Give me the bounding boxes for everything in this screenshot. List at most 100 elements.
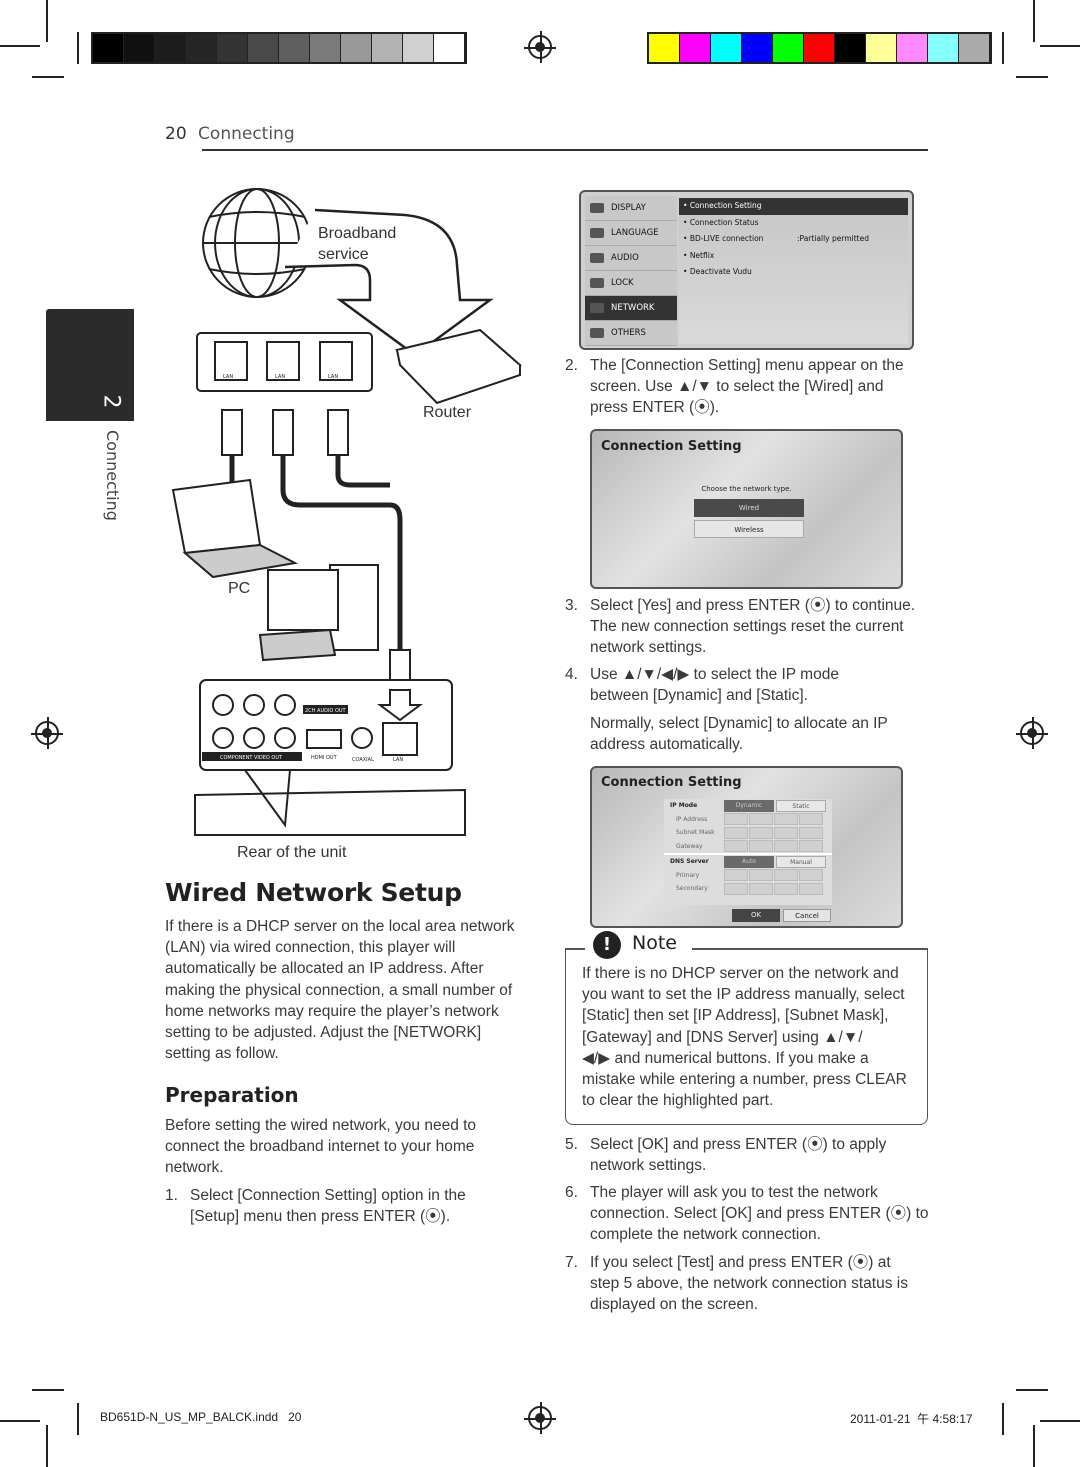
ip-settings-grid: IP Mode Dynamic Static IP Address Subnet Mas… xyxy=(664,799,832,905)
gray-swatch xyxy=(93,34,124,62)
ip-row: DNS Server Auto Manual xyxy=(664,855,832,869)
menu-category-language[interactable]: LANGUAGE xyxy=(585,221,677,246)
octet-field[interactable] xyxy=(749,813,773,826)
label-port-lan: LAN xyxy=(275,374,285,380)
gray-swatch xyxy=(124,34,155,62)
text-line: [Gateway] and [DNS Server] using ▲/▼/ xyxy=(582,1028,863,1046)
crop-mark xyxy=(1002,32,1004,64)
menu-item[interactable]: • Connection Setting xyxy=(679,198,908,215)
mode-option[interactable]: Dynamic xyxy=(724,799,774,812)
menu-item[interactable]: • Connection Status xyxy=(679,215,908,232)
text-line: If there is a DHCP server on the local a… xyxy=(165,918,515,935)
cancel-button[interactable]: Cancel xyxy=(783,909,831,922)
step-number: 4. xyxy=(565,666,578,683)
octet-field[interactable] xyxy=(749,882,773,895)
label-component: COMPONENT VIDEO OUT xyxy=(220,755,283,761)
footer-date: 2011-01-21 午 4:58:17 xyxy=(850,1410,973,1427)
menu-category-display[interactable]: DISPLAY xyxy=(585,196,677,221)
laptop-icon xyxy=(171,478,299,579)
field-label: Secondary xyxy=(676,885,708,893)
octet-field[interactable] xyxy=(724,869,748,882)
octet-field[interactable] xyxy=(724,813,748,826)
text-line: If there is no DHCP server on the networ… xyxy=(582,965,899,982)
text-line: If you select [Test] and press ENTER (⦿)… xyxy=(590,1254,891,1271)
octet-field[interactable] xyxy=(774,869,798,882)
category-icon xyxy=(590,228,604,238)
step-3: 3. Select [Yes] and press ENTER (⦿) to co… xyxy=(565,595,915,659)
text-line: home networks may require the player’s n… xyxy=(165,1002,499,1020)
gray-swatch xyxy=(217,34,248,62)
octet-field[interactable] xyxy=(799,826,823,839)
step-number: 3. xyxy=(565,597,578,614)
footer-date-value: 2011-01-21 xyxy=(850,1412,911,1426)
ip-settings-dialog: Connection Setting IP Mode Dynamic Static I… xyxy=(590,766,903,928)
crop-mark xyxy=(1033,0,1035,42)
text-line: setting to be adjusted. Adjust the [NETW… xyxy=(165,1024,482,1042)
octet-field[interactable] xyxy=(749,826,773,839)
octet-field[interactable] xyxy=(799,882,823,895)
menu-item[interactable]: • BD-LIVE connection:Partially permitted xyxy=(679,231,908,248)
field-label: Gateway xyxy=(676,842,703,850)
gray-swatch xyxy=(310,34,341,62)
text-line: [Static] then set [IP Address], [Subnet … xyxy=(582,1007,889,1025)
octet-field[interactable] xyxy=(749,840,773,853)
bd-live-value: :Partially permitted xyxy=(797,234,869,243)
color-swatch xyxy=(835,34,866,62)
octet-field[interactable] xyxy=(724,826,748,839)
text-line: setting as follow. xyxy=(165,1045,279,1063)
preparation-paragraph: Before setting the wired network, you ne… xyxy=(165,1115,476,1179)
menu-category-others[interactable]: OTHERS xyxy=(585,321,677,346)
menu-item[interactable]: • Deactivate Vudu xyxy=(679,264,908,281)
octet-field[interactable] xyxy=(724,840,748,853)
category-icon xyxy=(590,278,604,288)
category-icon xyxy=(590,303,604,313)
intro-paragraph: If there is a DHCP server on the local a… xyxy=(165,916,514,1064)
crop-mark xyxy=(1040,45,1080,47)
dialog-title: Connection Setting xyxy=(601,439,742,454)
octet-field[interactable] xyxy=(774,813,798,826)
text-line: network. xyxy=(165,1159,224,1177)
color-swatch xyxy=(649,34,680,62)
step-number: 6. xyxy=(565,1184,578,1201)
dialog-title: Connection Setting xyxy=(601,775,742,790)
ip-row: Secondary xyxy=(664,882,832,896)
option-wireless[interactable]: Wireless xyxy=(694,520,804,538)
text-line: The [Connection Setting] menu appear on … xyxy=(590,357,904,374)
page-number: 20 xyxy=(165,124,187,144)
octet-field[interactable] xyxy=(724,882,748,895)
menu-item-list: • Connection Setting • Connection Status •… xyxy=(679,198,908,344)
mode-option[interactable]: Static xyxy=(776,799,826,812)
page-header: 20 Connecting xyxy=(165,124,295,144)
text-line: [Setup] menu then press ENTER (⦿). xyxy=(190,1208,451,1226)
step-5: 5. Select [OK] and press ENTER (⦿) to app… xyxy=(565,1134,886,1176)
field-label: DNS Server xyxy=(670,858,709,866)
text-line: Before setting the wired network, you ne… xyxy=(165,1117,477,1134)
octet-field[interactable] xyxy=(774,882,798,895)
option-wired[interactable]: Wired xyxy=(694,499,804,517)
menu-category-audio[interactable]: AUDIO xyxy=(585,246,677,271)
octet-field[interactable] xyxy=(799,840,823,853)
ok-button[interactable]: OK xyxy=(732,909,780,922)
step-2: 2. The [Connection Setting] menu appear o… xyxy=(565,355,904,419)
octet-field[interactable] xyxy=(799,813,823,826)
registration-mark-icon xyxy=(524,31,556,63)
category-label: LOCK xyxy=(611,278,634,288)
step-number: 2. xyxy=(565,357,578,374)
octet-field[interactable] xyxy=(774,840,798,853)
octet-field[interactable] xyxy=(774,826,798,839)
menu-category-network[interactable]: NETWORK xyxy=(585,296,677,321)
color-swatch xyxy=(711,34,742,62)
octet-field[interactable] xyxy=(799,869,823,882)
mode-option[interactable]: Auto xyxy=(724,855,774,868)
gray-swatch xyxy=(186,34,217,62)
mode-option[interactable]: Manual xyxy=(776,855,826,868)
category-label: NETWORK xyxy=(611,303,655,313)
octet-field[interactable] xyxy=(749,869,773,882)
menu-item[interactable]: • Netflix xyxy=(679,248,908,265)
text-line: Select [Connection Setting] option in th… xyxy=(190,1187,466,1204)
text-line: Select [OK] and press ENTER (⦿) to apply xyxy=(590,1136,887,1153)
text-line: making the physical connection, a small … xyxy=(165,981,513,999)
category-label: OTHERS xyxy=(611,328,646,338)
ip-row: Gateway xyxy=(664,840,832,854)
menu-category-lock[interactable]: LOCK xyxy=(585,271,677,296)
